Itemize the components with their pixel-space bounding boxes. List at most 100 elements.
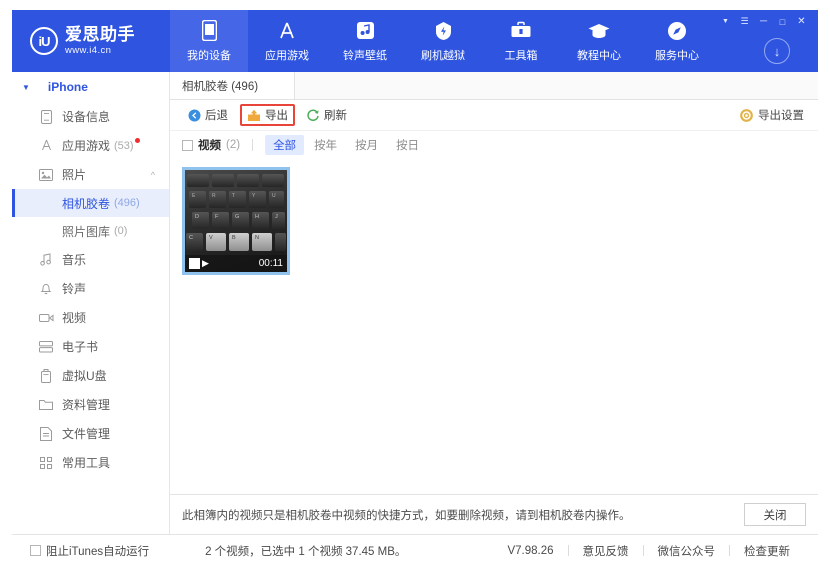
nav-item-apps-games[interactable]: 应用游戏 [248,10,326,72]
wechat-link[interactable]: 微信公众号 [644,543,730,559]
video-camera-icon: ▶ [202,258,209,268]
window-controls: ▼ ☰ ─ □ ✕ [717,14,810,29]
status-bar: 阻止iTunes自动运行 2 个视频，已选中 1 个视频 37.45 MB。 V… [12,534,818,566]
device-info-icon [38,109,54,124]
sidebar-item-video[interactable]: 视频 [12,303,169,332]
sidebar-item-apps-games[interactable]: 应用游戏 (53) [12,131,169,160]
sidebar-item-photos-label: 照片 [62,168,87,182]
nav-item-flash-jailbreak[interactable]: 刷机越狱 [404,10,482,72]
nav-item-ringtones-wallpaper[interactable]: 铃声壁纸 [326,10,404,72]
block-itunes-checkbox[interactable] [30,545,41,556]
back-button[interactable]: 后退 [182,104,234,126]
sidebar-item-ringtones-label: 铃声 [62,282,87,296]
brand-mark-icon: iU [30,27,58,55]
file-icon [38,426,54,441]
notification-badge-icon [134,138,140,143]
book-icon [38,340,54,354]
export-settings-button[interactable]: 导出设置 [740,107,804,123]
refresh-icon [307,109,319,121]
usb-icon [38,368,54,383]
folder-icon [38,398,54,412]
thumbnail-duration: 00:11 [258,258,283,269]
tab-camera-roll[interactable]: 相机胶卷 (496) [170,72,295,99]
svg-text:U: U [272,193,276,199]
sidebar-item-data-management-label: 资料管理 [62,398,111,412]
sidebar-item-photo-library-label: 照片图库 [62,224,111,239]
nav-item-my-device-label: 我的设备 [187,49,231,62]
sidebar-item-common-tools-label: 常用工具 [62,456,111,470]
sidebar-device-name: iPhone [47,80,88,94]
notice-text: 此相簿内的视频只是相机胶卷中视频的快捷方式，如要删除视频，请到相机胶卷内操作。 [182,509,631,522]
apps-icon [38,139,54,153]
app-window: iU 爱思助手 www.i4.cn 我的设备 应用游戏 铃声壁纸 刷机越狱 工具… [0,0,830,578]
sidebar-item-photos[interactable]: 照片 ^ [12,160,169,189]
sidebar-item-ebook[interactable]: 电子书 [12,332,169,361]
brand-text: 爱思助手 www.i4.cn [65,26,135,56]
compass-icon [667,20,687,42]
feedback-link[interactable]: 意见反馈 [569,543,643,559]
filter-bar: 视频 (2) 全部 按年 按月 按日 [170,131,818,159]
sidebar-item-common-tools[interactable]: 常用工具 [12,448,169,477]
minimize-icon[interactable]: ─ [755,14,772,29]
notice-close-button[interactable]: 关闭 [744,503,806,526]
sidebar-item-photo-library[interactable]: 照片图库 (0) [12,217,169,245]
menu-icon[interactable]: ☰ [736,14,753,29]
nav-item-my-device[interactable]: 我的设备 [170,10,248,72]
sidebar-item-file-management[interactable]: 文件管理 [12,419,169,448]
export-settings-label: 导出设置 [758,110,804,122]
sidebar-item-virtual-usb[interactable]: 虚拟U盘 [12,361,169,390]
sidebar-item-music[interactable]: 音乐 [12,245,169,274]
nav-item-flash-jailbreak-label: 刷机越狱 [421,49,465,62]
svg-text:H: H [255,214,259,220]
music-icon [38,253,54,267]
nav-item-tutorial-center[interactable]: 教程中心 [560,10,638,72]
segment-by-year[interactable]: 按年 [306,135,345,155]
svg-text:T: T [232,193,235,199]
svg-text:B: B [232,235,236,241]
media-thumbnail[interactable]: E R T Y U D F G H J C V B N ▶ 00:11 [182,167,290,275]
sidebar-item-apps-games-count: (53) [114,139,134,152]
download-icon[interactable]: ↓ [764,38,790,64]
nav-item-tutorial-center-label: 教程中心 [577,49,621,62]
maximize-icon[interactable]: □ [774,14,791,29]
pin-icon[interactable]: ▼ [717,14,734,29]
thumbnail-select-checkbox[interactable] [189,258,200,269]
sidebar-item-camera-roll-label: 相机胶卷 [62,196,111,211]
nav-item-toolbox[interactable]: 工具箱 [482,10,560,72]
block-itunes-checkbox-row[interactable]: 阻止iTunes自动运行 [30,543,149,559]
sidebar-item-device-info[interactable]: 设备信息 [12,102,169,131]
export-icon [248,109,260,121]
sidebar-item-camera-roll-count: (496) [114,197,140,209]
export-button-label: 导出 [265,110,288,122]
video-filter-checkbox[interactable] [182,139,193,151]
sidebar-item-data-management[interactable]: 资料管理 [12,390,169,419]
video-icon [38,311,54,325]
sidebar-item-music-label: 音乐 [62,253,87,267]
close-icon[interactable]: ✕ [793,14,810,29]
brand-logo-area: iU 爱思助手 www.i4.cn [12,10,170,72]
sidebar-item-video-label: 视频 [62,311,87,325]
nav-item-apps-games-label: 应用游戏 [265,49,309,62]
sidebar-item-ebook-label: 电子书 [62,340,99,354]
export-button[interactable]: 导出 [240,104,295,126]
nav-item-service-center-label: 服务中心 [655,49,699,62]
sidebar-item-photo-library-count: (0) [114,225,128,237]
back-button-label: 后退 [205,110,228,122]
chevron-up-icon: ^ [150,169,155,180]
svg-text:R: R [212,193,216,199]
svg-text:J: J [275,214,278,220]
gear-icon [740,108,753,122]
content-toolbar: 后退 导出 刷新 导出设置 [170,100,818,131]
segment-all[interactable]: 全部 [265,135,305,155]
video-filter-label: 视频 [198,140,221,152]
check-update-link[interactable]: 检查更新 [730,543,804,559]
segment-by-day[interactable]: 按日 [388,135,427,155]
refresh-button[interactable]: 刷新 [301,104,353,126]
nav-item-service-center[interactable]: 服务中心 [638,10,716,72]
segment-by-month[interactable]: 按月 [347,135,386,155]
notice-bar: 此相簿内的视频只是相机胶卷中视频的快捷方式，如要删除视频，请到相机胶卷内操作。 … [170,494,818,534]
sidebar-device-selector[interactable]: ▼ iPhone [12,72,169,102]
sidebar-item-ringtones[interactable]: 铃声 [12,274,169,303]
sidebar-item-virtual-usb-label: 虚拟U盘 [62,369,107,383]
sidebar-item-camera-roll[interactable]: 相机胶卷 (496) [12,189,169,217]
